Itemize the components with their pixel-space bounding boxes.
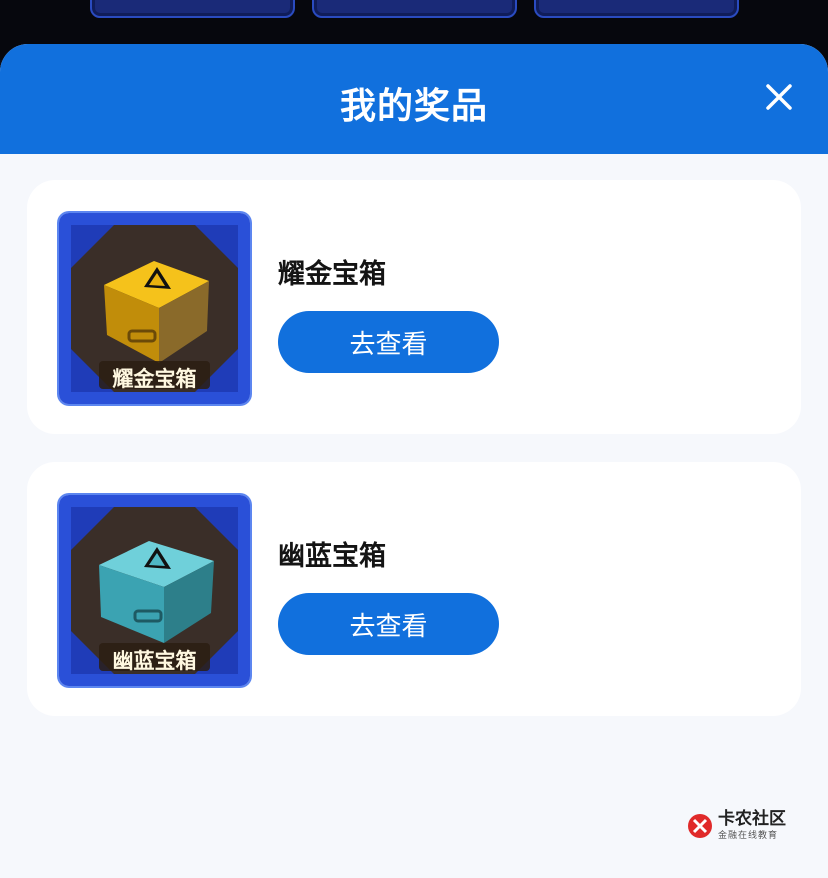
kanong-logo-icon bbox=[688, 813, 712, 838]
prize-sheet: 我的奖品 耀金宝箱 耀金宝箱 去查看 幽蓝宝箱 幽蓝宝箱 去查看 bbox=[0, 44, 828, 878]
view-prize-button[interactable]: 去查看 bbox=[278, 593, 499, 655]
prize-name: 耀金宝箱 bbox=[278, 259, 386, 290]
prize-image-blue: 幽蓝宝箱 bbox=[59, 495, 250, 686]
background-card bbox=[534, 0, 739, 18]
prize-card-blue: 幽蓝宝箱 幽蓝宝箱 去查看 bbox=[27, 462, 801, 716]
prize-name: 幽蓝宝箱 bbox=[278, 541, 386, 572]
watermark-subtitle: 金融在线教育 bbox=[718, 831, 779, 841]
prize-image-gold: 耀金宝箱 bbox=[59, 213, 250, 404]
watermark-title: 卡农社区 bbox=[718, 809, 786, 829]
close-icon bbox=[766, 84, 792, 110]
close-button[interactable] bbox=[764, 82, 794, 112]
prize-card-gold: 耀金宝箱 耀金宝箱 去查看 bbox=[27, 180, 801, 434]
background-card bbox=[90, 0, 295, 18]
background-card bbox=[312, 0, 517, 18]
view-prize-button[interactable]: 去查看 bbox=[278, 311, 499, 373]
sheet-title: 我的奖品 bbox=[339, 86, 488, 127]
sheet-header: 我的奖品 bbox=[0, 44, 828, 154]
prize-image-label: 幽蓝宝箱 bbox=[112, 649, 197, 673]
prize-image-label: 耀金宝箱 bbox=[112, 367, 197, 391]
watermark: 卡农社区 金融在线教育 bbox=[686, 810, 786, 841]
